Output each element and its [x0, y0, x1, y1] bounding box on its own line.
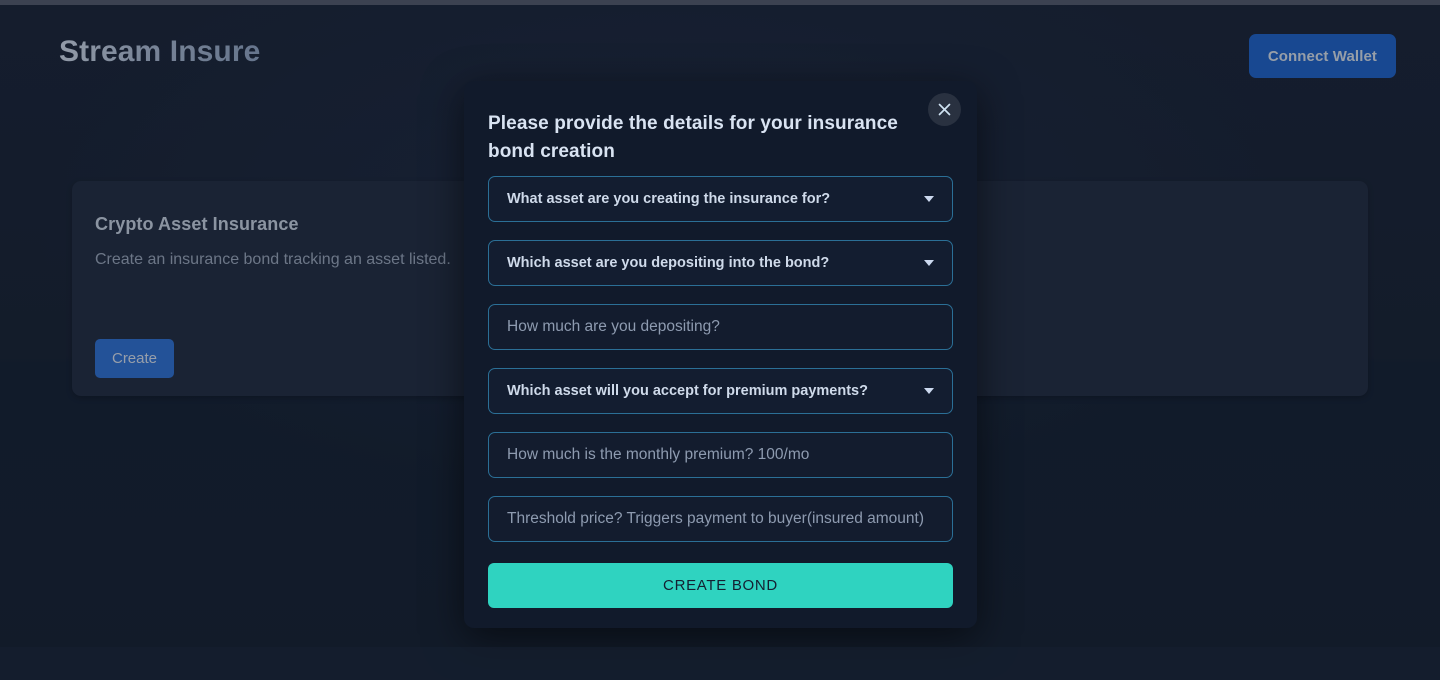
create-bond-button[interactable]: CREATE BOND — [488, 563, 953, 608]
chevron-down-icon — [924, 260, 934, 266]
close-icon — [937, 102, 952, 117]
threshold-price-input[interactable]: Threshold price? Triggers payment to buy… — [488, 496, 953, 542]
chevron-down-icon — [924, 388, 934, 394]
deposit-asset-select[interactable]: Which asset are you depositing into the … — [488, 240, 953, 286]
app-page: Stream Insure Connect Wallet Crypto Asse… — [0, 5, 1440, 680]
create-bond-modal: Please provide the details for your insu… — [464, 81, 977, 628]
insured-asset-select[interactable]: What asset are you creating the insuranc… — [488, 176, 953, 222]
premium-asset-select[interactable]: Which asset will you accept for premium … — [488, 368, 953, 414]
deposit-asset-select-label: Which asset are you depositing into the … — [507, 255, 830, 271]
premium-asset-select-label: Which asset will you accept for premium … — [507, 383, 868, 399]
deposit-amount-input[interactable]: How much are you depositing? — [488, 304, 953, 350]
threshold-price-placeholder: Threshold price? Triggers payment to buy… — [507, 510, 924, 527]
monthly-premium-input[interactable]: How much is the monthly premium? 100/mo — [488, 432, 953, 478]
chevron-down-icon — [924, 196, 934, 202]
deposit-amount-placeholder: How much are you depositing? — [507, 318, 720, 335]
bond-form-fields: What asset are you creating the insuranc… — [488, 176, 953, 560]
insured-asset-select-label: What asset are you creating the insuranc… — [507, 191, 831, 207]
modal-title: Please provide the details for your insu… — [488, 113, 898, 162]
close-button[interactable] — [928, 93, 961, 126]
monthly-premium-placeholder: How much is the monthly premium? 100/mo — [507, 446, 810, 463]
